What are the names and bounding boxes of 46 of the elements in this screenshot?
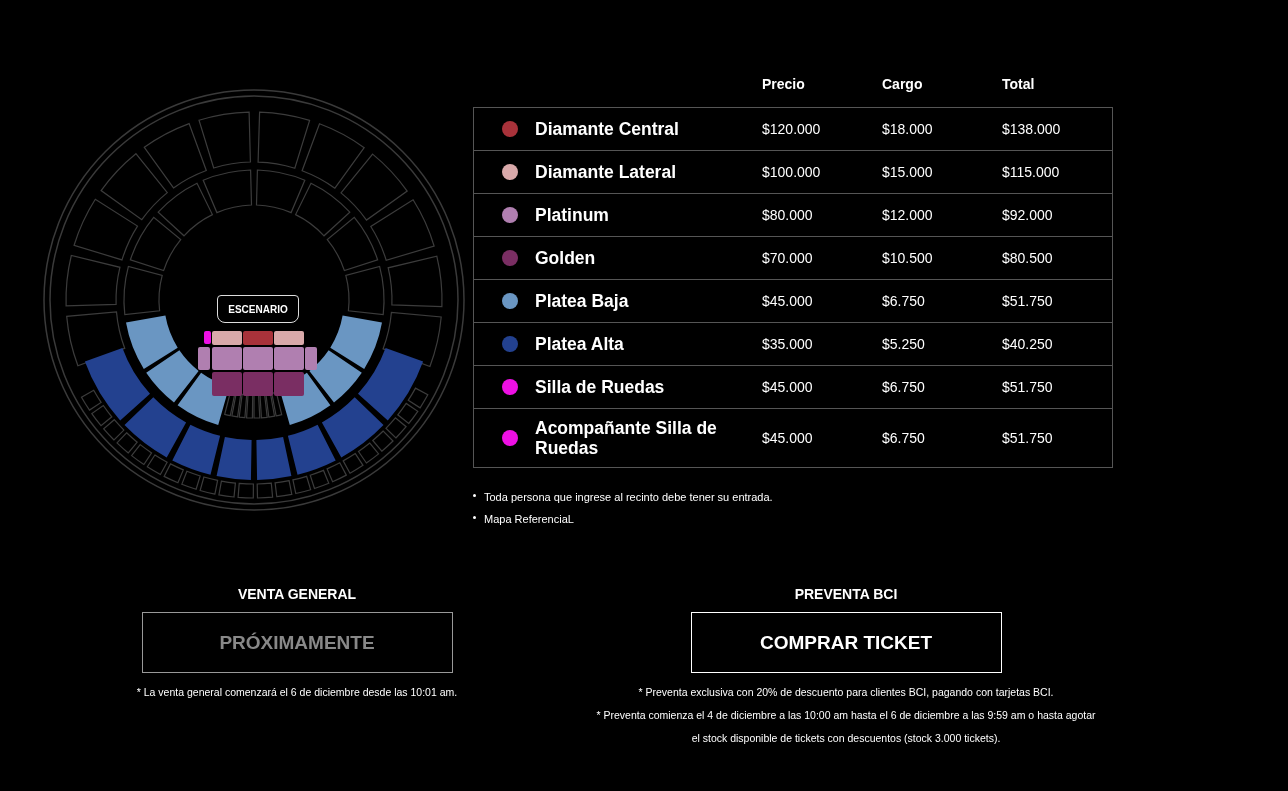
price-cell: $35.000 [762, 336, 813, 352]
column-header: Cargo [882, 76, 923, 92]
total-cell: $80.500 [1002, 250, 1053, 266]
fee-cell: $6.750 [882, 293, 925, 309]
column-header: Precio [762, 76, 805, 92]
zone-name: Golden [535, 248, 597, 268]
zone-name: Acompañante Silla de Ruedas [535, 418, 718, 458]
total-cell: $92.000 [1002, 207, 1053, 223]
price-cell: $45.000 [762, 293, 813, 309]
fee-cell: $18.000 [882, 121, 933, 137]
price-cell: $100.000 [762, 164, 821, 180]
price-cell: $120.000 [762, 121, 821, 137]
bullet-icon [473, 515, 476, 519]
note-text: Mapa ReferenciaL [484, 513, 574, 525]
fee-cell: $5.250 [882, 336, 925, 352]
zone-name: Diamante Central [535, 119, 680, 139]
fee-cell: $15.000 [882, 164, 933, 180]
note-text: Toda persona que ingrese al recinto debe tener su entrada. [484, 491, 773, 503]
zone-name: Platea Alta [535, 334, 625, 354]
sale-note: * Preventa comienza el 4 de diciembre a las 10:00 am hasta el 6 de diciembre a las 9:59 am o hasta agotar el stock disponible de tickets con descuentos (stock 3.000 tickets). [596, 708, 1096, 746]
fee-cell: $12.000 [882, 207, 933, 223]
sale-note: * Preventa exclusiva con 20% de descuento para clientes BCI, pagando con tarjetas BCI. [637, 685, 1055, 700]
sale-note: * La venta general comenzará el 6 de diciembre desde las 10:01 am. [135, 685, 459, 700]
zone-name: Platea Baja [535, 291, 630, 311]
stage-label: ESCENARIO [217, 295, 299, 323]
total-cell: $40.250 [1002, 336, 1053, 352]
price-cell: $80.000 [762, 207, 813, 223]
column-header: Total [1002, 76, 1035, 92]
total-cell: $138.000 [1002, 121, 1061, 137]
fee-cell: $10.500 [882, 250, 933, 266]
bullet-icon [473, 493, 476, 497]
sale-title: VENTA GENERAL [237, 586, 357, 602]
zone-name: Silla de Ruedas [535, 377, 666, 397]
total-cell: $51.750 [1002, 379, 1053, 395]
fee-cell: $6.750 [882, 379, 925, 395]
zone-name: Diamante Lateral [535, 162, 678, 182]
fee-cell: $6.750 [882, 430, 925, 446]
ticket-button[interactable]: COMPRAR TICKET [690, 612, 1002, 673]
total-cell: $51.750 [1002, 430, 1053, 446]
price-cell: $45.000 [762, 379, 813, 395]
price-cell: $70.000 [762, 250, 813, 266]
total-cell: $51.750 [1002, 293, 1053, 309]
total-cell: $115.000 [1002, 164, 1060, 180]
price-cell: $45.000 [762, 430, 813, 446]
zone-name: Platinum [535, 205, 610, 225]
sale-title: PREVENTA BCI [794, 586, 898, 602]
